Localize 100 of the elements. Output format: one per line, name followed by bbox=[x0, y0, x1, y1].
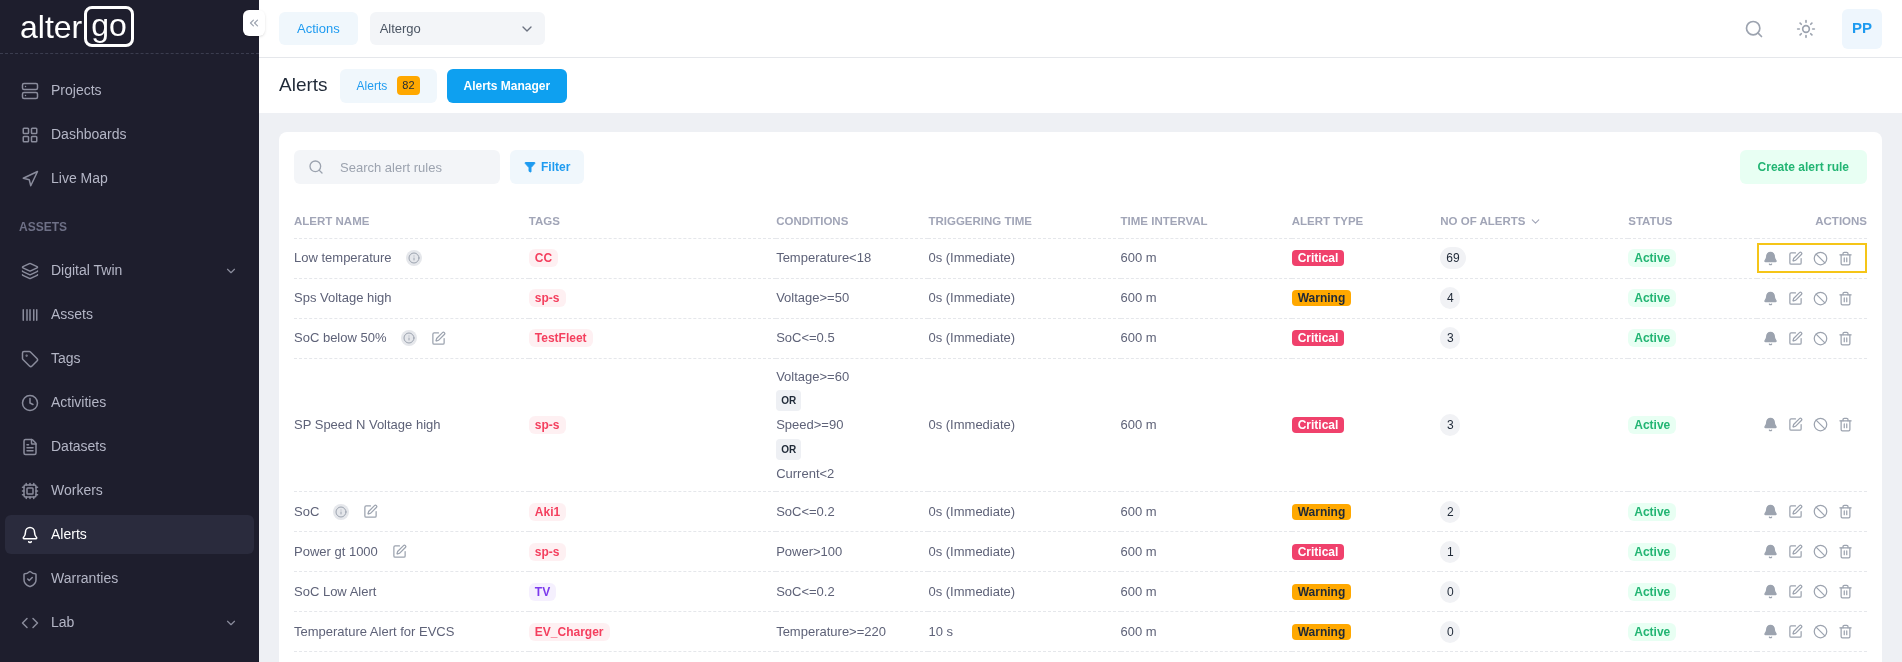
edit-icon[interactable] bbox=[1788, 330, 1803, 346]
bell-icon[interactable] bbox=[1763, 504, 1778, 519]
time-interval: 600 m bbox=[1120, 290, 1157, 306]
edit-icon[interactable] bbox=[1788, 290, 1803, 306]
status-badge: Active bbox=[1628, 622, 1677, 641]
triggering-time: 0s (Immediate) bbox=[928, 290, 1016, 306]
page-tab[interactable]: Alerts 82 bbox=[339, 68, 437, 103]
column-header: TAGS bbox=[528, 214, 560, 230]
alert-count: 2 bbox=[1440, 500, 1461, 523]
delete-icon[interactable] bbox=[1838, 504, 1853, 519]
delete-icon[interactable] bbox=[1838, 624, 1853, 639]
sidebar-item[interactable]: Projects bbox=[5, 71, 254, 110]
disable-icon[interactable] bbox=[1813, 290, 1828, 306]
sidebar-item[interactable]: Tags bbox=[5, 339, 254, 378]
sidebar-item[interactable]: Activities bbox=[5, 383, 254, 422]
condition-text: Speed>=90 bbox=[776, 416, 844, 434]
disable-icon[interactable] bbox=[1813, 584, 1828, 599]
delete-icon[interactable] bbox=[1838, 417, 1853, 433]
section-title: ASSETS bbox=[18, 219, 68, 236]
edit-icon[interactable] bbox=[1788, 504, 1803, 519]
sidebar-item[interactable]: Workers bbox=[5, 471, 254, 510]
alert-count: 3 bbox=[1440, 413, 1461, 436]
status-badge: Active bbox=[1628, 289, 1677, 308]
server-icon bbox=[21, 81, 39, 100]
search-icon[interactable] bbox=[1744, 18, 1764, 39]
bell-icon[interactable] bbox=[1763, 250, 1778, 266]
edit-icon[interactable] bbox=[1788, 250, 1803, 266]
sun-icon[interactable] bbox=[1796, 18, 1816, 39]
alert-type-badge: Critical bbox=[1291, 250, 1345, 267]
time-interval: 600 m bbox=[1120, 583, 1157, 599]
triggering-time: 0s (Immediate) bbox=[928, 583, 1016, 599]
sidebar-item[interactable]: Dashboards bbox=[5, 115, 254, 154]
condition-text: Power>100 bbox=[776, 542, 843, 561]
status-badge: Active bbox=[1628, 582, 1677, 601]
search-field[interactable]: Search alert rules bbox=[294, 150, 500, 184]
alert-name: SoC bbox=[294, 502, 320, 521]
delete-icon[interactable] bbox=[1838, 584, 1853, 599]
sidebar-item[interactable]: Assets bbox=[5, 295, 254, 334]
time-interval: 600 m bbox=[1120, 543, 1157, 559]
condition-text: SoC<=0.5 bbox=[776, 329, 835, 348]
bell-icon[interactable] bbox=[1763, 290, 1778, 306]
sidebar-item[interactable]: Warranties bbox=[5, 559, 254, 598]
alert-count: 0 bbox=[1440, 580, 1461, 603]
bell-icon[interactable] bbox=[1763, 330, 1778, 346]
tag-icon bbox=[21, 349, 39, 368]
alert-name: Temperature Alert for EVCS bbox=[294, 622, 455, 641]
condition-text: SoC<=0.2 bbox=[776, 582, 835, 601]
edit-icon[interactable] bbox=[1788, 624, 1803, 639]
edit-icon[interactable] bbox=[363, 504, 379, 519]
delete-icon[interactable] bbox=[1838, 330, 1853, 346]
disable-icon[interactable] bbox=[1813, 504, 1828, 519]
sidebar-item[interactable]: Digital Twin bbox=[5, 251, 254, 290]
condition-text: Temperature<18 bbox=[776, 249, 872, 268]
status-badge: Active bbox=[1628, 502, 1677, 521]
sidebar-item[interactable]: Lab bbox=[5, 603, 254, 642]
delete-icon[interactable] bbox=[1838, 544, 1853, 559]
tag-chip: sp-s bbox=[528, 289, 566, 308]
status-badge: Active bbox=[1628, 542, 1677, 561]
document-icon bbox=[21, 437, 39, 456]
alert-name: SoC below 50% bbox=[294, 329, 387, 348]
tag-chip: TV bbox=[528, 582, 557, 601]
compass-icon bbox=[21, 169, 39, 188]
alert-name: SP Speed N Voltage high bbox=[294, 416, 441, 434]
disable-icon[interactable] bbox=[1813, 250, 1828, 266]
search-icon bbox=[308, 159, 324, 175]
edit-icon[interactable] bbox=[1788, 584, 1803, 599]
alert-count: 1 bbox=[1440, 540, 1461, 563]
disable-icon[interactable] bbox=[1813, 624, 1828, 639]
tag-chip: sp-s bbox=[528, 542, 566, 561]
sidebar-item[interactable]: Datasets bbox=[5, 427, 254, 466]
bell-icon[interactable] bbox=[1763, 584, 1778, 599]
bell-icon[interactable] bbox=[1763, 544, 1778, 559]
edit-icon[interactable] bbox=[391, 544, 407, 559]
tag-chip: sp-s bbox=[528, 416, 566, 434]
alert-name: Power gt 1000 bbox=[294, 542, 378, 561]
alert-type-badge: Critical bbox=[1291, 543, 1345, 560]
edit-icon[interactable] bbox=[1788, 544, 1803, 559]
tag-chip: EV_Charger bbox=[528, 622, 610, 641]
condition-text: Current<2 bbox=[776, 464, 835, 483]
sidebar-item[interactable]: Live Map bbox=[5, 159, 254, 198]
disable-icon[interactable] bbox=[1813, 544, 1828, 559]
alert-type-badge: Critical bbox=[1291, 417, 1345, 433]
delete-icon[interactable] bbox=[1838, 290, 1853, 306]
bell-icon[interactable] bbox=[1763, 624, 1778, 639]
disable-icon[interactable] bbox=[1813, 417, 1828, 433]
logo: alter go bbox=[20, 6, 134, 47]
collapse-button[interactable] bbox=[243, 10, 265, 36]
disable-icon[interactable] bbox=[1813, 330, 1828, 346]
triggering-time: 0s (Immediate) bbox=[928, 503, 1016, 519]
edit-icon[interactable] bbox=[430, 330, 446, 346]
column-header: ACTIONS bbox=[1815, 214, 1867, 230]
edit-icon[interactable] bbox=[1788, 417, 1803, 433]
time-interval: 600 m bbox=[1120, 503, 1157, 519]
bell-icon[interactable] bbox=[1763, 417, 1778, 433]
delete-icon[interactable] bbox=[1838, 250, 1853, 266]
chip-icon bbox=[21, 481, 39, 500]
alert-type-badge: Warning bbox=[1291, 623, 1352, 640]
sidebar-item[interactable]: Alerts bbox=[5, 515, 254, 554]
organization-select[interactable]: Altergo bbox=[369, 12, 545, 45]
operator-badge: OR bbox=[776, 438, 802, 460]
